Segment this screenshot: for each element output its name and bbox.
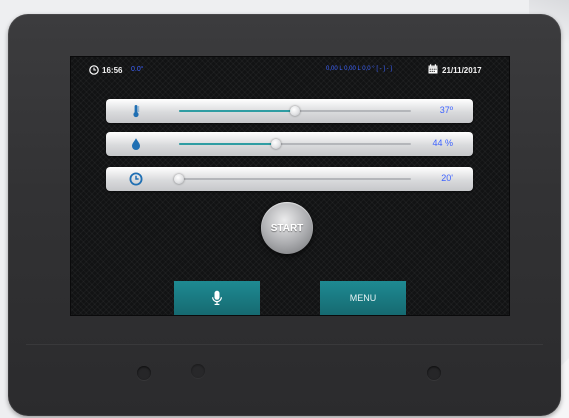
status-temperature: 0.0° [131, 66, 144, 73]
calendar-icon [428, 64, 438, 74]
time-control[interactable]: 20' [106, 167, 473, 191]
water-drop-icon [132, 138, 140, 150]
temperature-control[interactable]: 37º [106, 99, 473, 123]
clock-icon [89, 65, 99, 75]
status-bar: 16:56 0.0° 0,00 L 0,00 L 0,0 ° [ - ] - ]… [71, 57, 509, 83]
humidity-slider-fill [179, 143, 277, 145]
start-button[interactable]: START [261, 202, 313, 254]
temperature-slider-fill [179, 110, 295, 112]
menu-button[interactable]: MENU [320, 281, 406, 315]
microphone-icon [212, 290, 222, 305]
temperature-slider-handle[interactable] [290, 106, 300, 116]
temperature-slider-track[interactable] [179, 106, 411, 116]
start-button-label: START [270, 222, 304, 234]
indicator-led-right [427, 366, 441, 380]
voice-button[interactable] [174, 281, 260, 315]
time-slider-track[interactable] [174, 174, 411, 184]
humidity-slider-track[interactable] [179, 139, 411, 149]
thermometer-icon [133, 105, 140, 118]
temperature-value: 37º [439, 105, 453, 115]
time-slider-handle[interactable] [174, 174, 184, 184]
touch-screen: 16:56 0.0° 0,00 L 0,00 L 0,0 ° [ - ] - ]… [71, 57, 509, 315]
indicator-led-center [191, 364, 205, 378]
humidity-value: 44 % [432, 138, 453, 148]
clock-icon [129, 172, 143, 186]
indicator-led-left [137, 366, 151, 380]
clock-time: 16:56 [102, 66, 123, 75]
menu-button-label: MENU [349, 293, 377, 303]
humidity-control[interactable]: 44 % [106, 132, 473, 156]
status-date: 21/11/2017 [442, 66, 482, 75]
time-value: 20' [441, 173, 453, 183]
status-readings: 0,00 L 0,00 L 0,0 ° [ - ] - ] [326, 66, 392, 72]
device-seam [26, 344, 543, 345]
humidity-slider-handle[interactable] [271, 139, 282, 149]
